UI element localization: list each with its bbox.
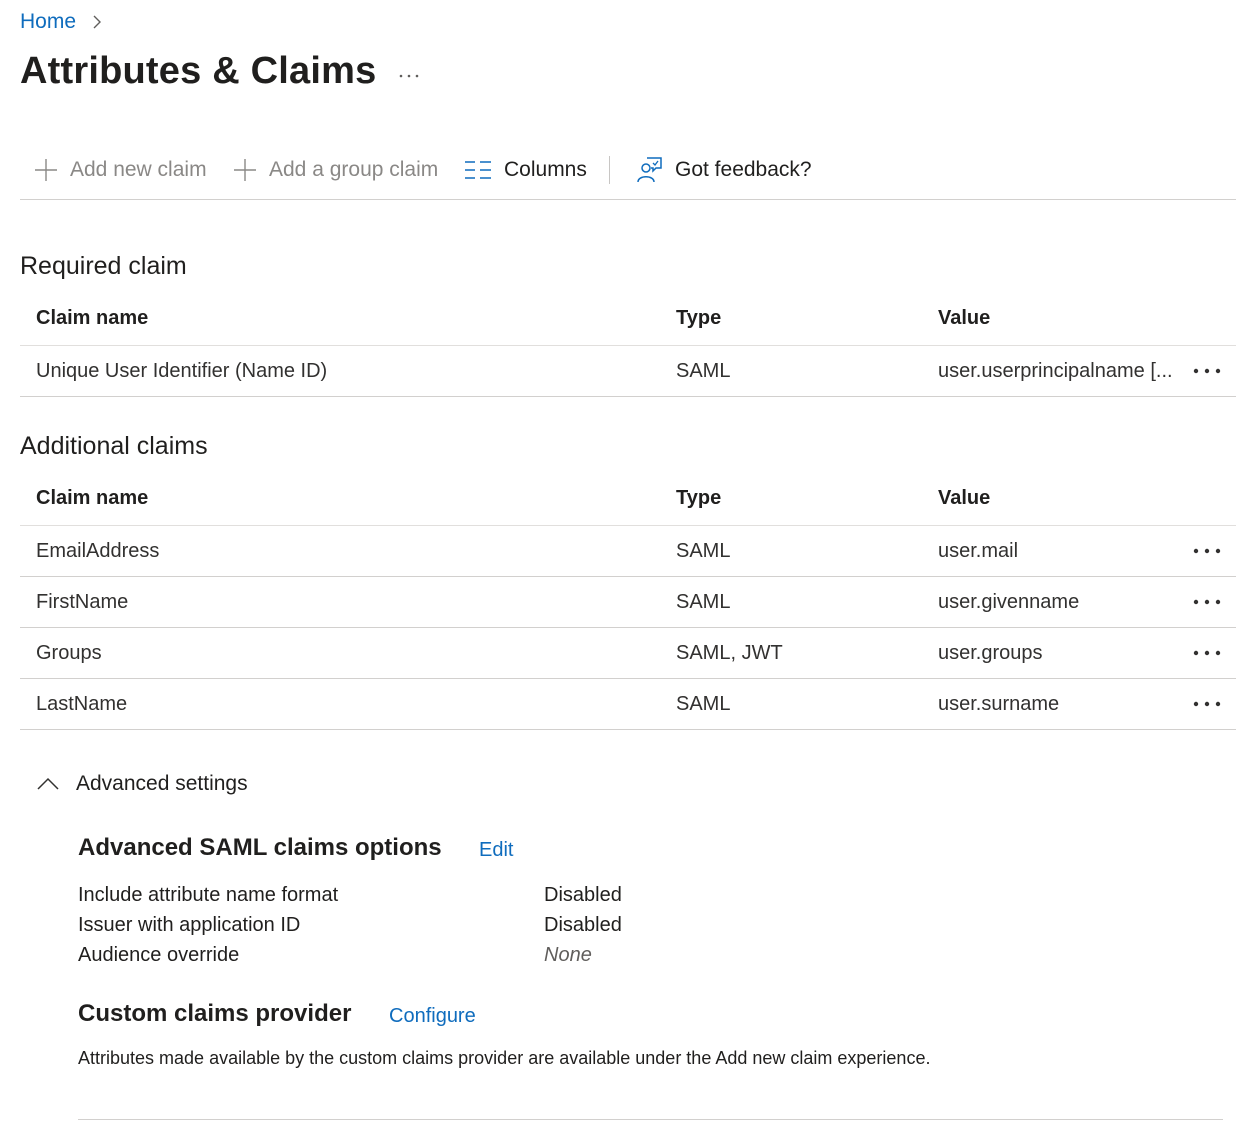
feedback-icon: [637, 157, 662, 183]
required-claim-heading: Required claim: [20, 252, 187, 280]
add-group-claim-label: Add a group claim: [269, 158, 439, 181]
row-more-button[interactable]: [1190, 526, 1224, 576]
more-options-icon[interactable]: [396, 62, 422, 88]
more-horizontal-icon: [1193, 701, 1221, 707]
add-icon: [234, 159, 256, 181]
custom-claims-provider-description: Attributes made available by the custom …: [78, 1048, 931, 1068]
breadcrumb-home-link[interactable]: Home: [20, 10, 76, 34]
more-horizontal-icon: [1193, 548, 1221, 554]
add-icon: [35, 159, 57, 181]
add-group-claim-button[interactable]: Add a group claim: [233, 154, 438, 186]
claim-name[interactable]: Groups: [36, 628, 102, 678]
advanced-settings-toggle[interactable]: Advanced settings: [36, 772, 248, 796]
columns-label: Columns: [504, 158, 587, 181]
toolbar-divider: [609, 156, 610, 184]
setting-value: None: [544, 944, 592, 966]
custom-claims-provider-heading: Custom claims provider: [78, 1000, 352, 1027]
setting-label: Audience override: [78, 944, 240, 966]
claim-value: user.userprincipalname [...: [938, 359, 1173, 382]
column-header-value[interactable]: Value: [938, 291, 1186, 345]
more-horizontal-icon: [1193, 599, 1221, 605]
setting-label: Issuer with application ID: [78, 914, 301, 936]
row-more-button[interactable]: [1190, 628, 1224, 678]
chevron-right-icon: [93, 15, 102, 29]
row-more-button[interactable]: [1190, 679, 1224, 729]
claim-type: SAML: [676, 359, 731, 382]
claim-name[interactable]: FirstName: [36, 577, 128, 627]
feedback-label: Got feedback?: [675, 158, 812, 181]
chevron-up-icon: [37, 777, 59, 790]
claim-type: SAML: [676, 692, 731, 715]
column-header-value[interactable]: Value: [938, 471, 1186, 525]
table-row[interactable]: LastName SAML user.surname: [20, 679, 1236, 730]
setting-value: Disabled: [544, 914, 622, 936]
claim-value: user.surname: [938, 692, 1060, 715]
divider: [78, 1119, 1223, 1120]
claim-value: user.groups: [938, 641, 1043, 664]
column-header-claim-name[interactable]: Claim name: [36, 291, 148, 345]
table-row[interactable]: Groups SAML, JWT user.groups: [20, 628, 1236, 679]
claim-type: SAML, JWT: [676, 641, 783, 664]
table-header: Claim name Type Value: [20, 471, 1236, 526]
claim-name[interactable]: EmailAddress: [36, 526, 159, 576]
more-horizontal-icon: [1193, 650, 1221, 656]
edit-link[interactable]: Edit: [479, 839, 513, 862]
row-more-button[interactable]: [1190, 346, 1224, 396]
table-row[interactable]: Unique User Identifier (Name ID) SAML us…: [20, 346, 1236, 397]
columns-icon: [465, 161, 491, 179]
claim-name[interactable]: LastName: [36, 679, 127, 729]
required-claim-table: Claim name Type Value Unique User Identi…: [20, 291, 1236, 397]
breadcrumb: Home: [20, 10, 106, 34]
columns-button[interactable]: Columns: [464, 154, 587, 186]
row-more-button[interactable]: [1190, 577, 1224, 627]
feedback-button[interactable]: Got feedback?: [635, 154, 812, 186]
configure-link[interactable]: Configure: [389, 1005, 476, 1028]
column-header-type[interactable]: Type: [676, 291, 721, 345]
column-header-type[interactable]: Type: [676, 471, 721, 525]
claim-value: user.mail: [938, 539, 1019, 562]
column-header-claim-name[interactable]: Claim name: [36, 471, 148, 525]
page-title: Attributes & Claims: [20, 50, 377, 92]
add-new-claim-label: Add new claim: [70, 158, 207, 181]
setting-value: Disabled: [544, 884, 622, 906]
more-horizontal-icon: [1193, 368, 1221, 374]
table-header: Claim name Type Value: [20, 291, 1236, 346]
advanced-saml-options-heading: Advanced SAML claims options: [78, 834, 442, 861]
advanced-settings-label: Advanced settings: [76, 772, 248, 795]
claim-type: SAML: [676, 590, 731, 613]
setting-label: Include attribute name format: [78, 884, 339, 906]
claim-type: SAML: [676, 539, 731, 562]
claim-value: user.givenname: [938, 590, 1080, 613]
table-row[interactable]: EmailAddress SAML user.mail: [20, 526, 1236, 577]
command-bar: Add new claim Add a group claim Columns …: [20, 142, 1236, 200]
claim-name[interactable]: Unique User Identifier (Name ID): [36, 346, 327, 396]
add-new-claim-button[interactable]: Add new claim: [34, 154, 207, 186]
table-row[interactable]: FirstName SAML user.givenname: [20, 577, 1236, 628]
additional-claims-heading: Additional claims: [20, 432, 208, 460]
additional-claims-table: Claim name Type Value EmailAddress SAML …: [20, 471, 1236, 730]
